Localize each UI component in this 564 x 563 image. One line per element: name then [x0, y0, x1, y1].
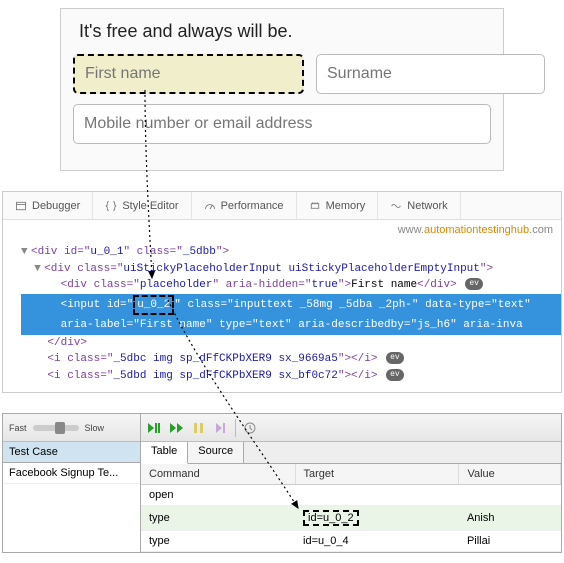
- gauge-icon: [204, 200, 216, 212]
- memory-icon: [309, 200, 321, 212]
- tab-debugger[interactable]: Debugger: [3, 192, 93, 219]
- devtools-panel: Debugger Style Editor Performance Memory…: [2, 191, 562, 393]
- tab-performance[interactable]: Performance: [192, 192, 297, 219]
- selenium-ide: Fast Slow Test Case Facebook Signup Te..…: [2, 413, 562, 553]
- command-table: Command Target Value open typeid=u_0_2An…: [141, 464, 561, 552]
- braces-icon: [105, 200, 117, 212]
- watermark: www.automationtestinghub.com: [3, 220, 561, 240]
- tab-style-editor[interactable]: Style Editor: [93, 192, 191, 219]
- col-target: Target: [295, 464, 459, 485]
- surname-input[interactable]: [316, 54, 545, 94]
- html-source: ▼<div id="u_0_1" class="_5dbb"> ▼<div cl…: [3, 240, 561, 392]
- tab-table[interactable]: Table: [141, 442, 188, 464]
- table-row[interactable]: typeid=u_0_2Anish: [141, 506, 561, 531]
- step-button[interactable]: [213, 420, 229, 436]
- col-command: Command: [141, 464, 295, 485]
- pause-button[interactable]: [191, 420, 207, 436]
- ide-speed-toolbar: Fast Slow: [3, 414, 140, 442]
- table-row[interactable]: typeid=u_0_4Pillai: [141, 531, 561, 552]
- table-row[interactable]: open: [141, 485, 561, 506]
- tab-memory[interactable]: Memory: [297, 192, 379, 219]
- testcase-header: Test Case: [3, 442, 140, 463]
- highlighted-id-attr: u_0_2: [133, 295, 174, 316]
- play-button[interactable]: [169, 420, 185, 436]
- debugger-icon: [15, 200, 27, 212]
- selected-source-line[interactable]: <input id="u_0_2" class="inputtext _58mg…: [21, 294, 561, 317]
- tab-source[interactable]: Source: [188, 442, 244, 463]
- speed-fast-label: Fast: [9, 423, 27, 433]
- highlighted-target: id=u_0_2: [303, 510, 359, 526]
- play-all-button[interactable]: [147, 420, 163, 436]
- col-value: Value: [459, 464, 561, 485]
- network-icon: [390, 200, 402, 212]
- rollup-button[interactable]: [242, 420, 258, 436]
- testcase-item[interactable]: Facebook Signup Te...: [3, 463, 140, 484]
- speed-slider[interactable]: [33, 425, 79, 431]
- signup-tagline: It's free and always will be.: [79, 21, 491, 42]
- speed-slow-label: Slow: [85, 423, 105, 433]
- tab-network[interactable]: Network: [378, 192, 460, 219]
- ide-play-toolbar: [141, 414, 561, 442]
- contact-input[interactable]: [73, 104, 491, 144]
- signup-panel: It's free and always will be.: [60, 8, 504, 171]
- devtools-toolbar: Debugger Style Editor Performance Memory…: [3, 192, 561, 220]
- firstname-input[interactable]: [73, 54, 304, 94]
